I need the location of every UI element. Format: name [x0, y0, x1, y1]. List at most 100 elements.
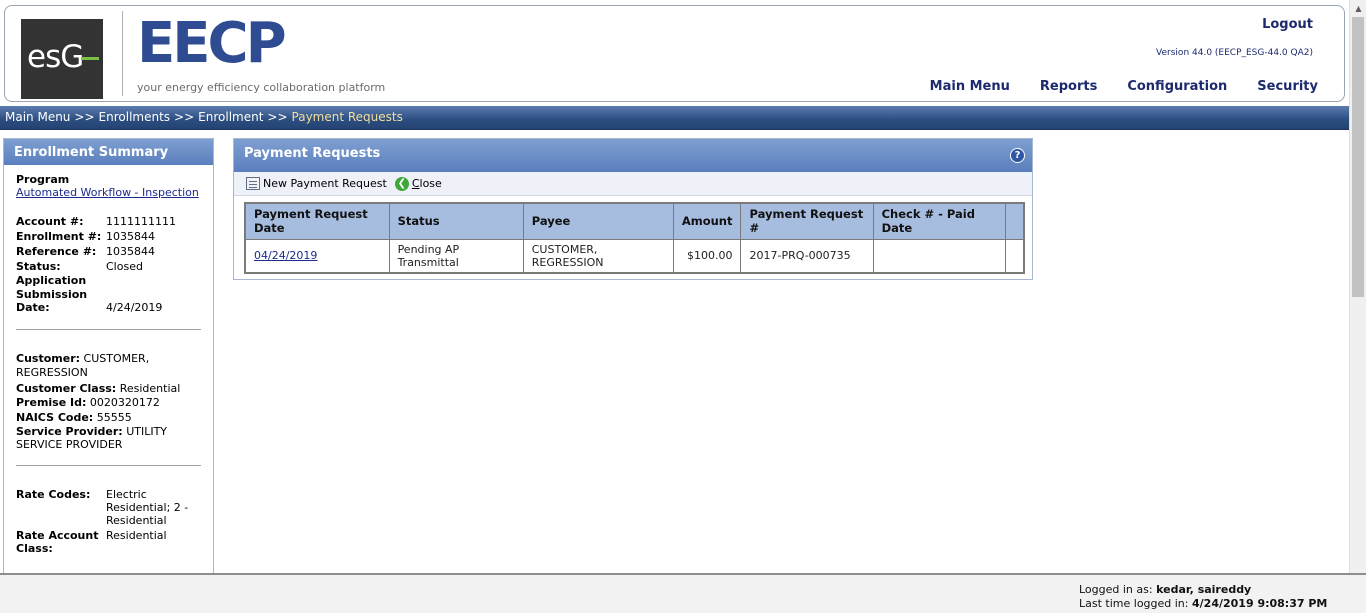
- cell-check-paid-date: [873, 238, 1007, 273]
- provider-label: Service Provider:: [16, 425, 123, 438]
- account-label: Account #:: [16, 215, 84, 228]
- enrollment-summary-body: Program Automated Workflow - Inspection …: [4, 165, 213, 561]
- status-label: Status:: [16, 260, 61, 273]
- reference-value: 1035844: [106, 245, 155, 258]
- provider-row: Service Provider: UTILITY SERVICE PROVID…: [16, 425, 201, 451]
- breadcrumb: Main Menu >> Enrollments >> Enrollment >> Paym…: [5, 110, 403, 124]
- logged-in-row: Logged in as: kedar, saireddy: [1079, 583, 1327, 597]
- status-value: Closed: [106, 260, 143, 273]
- breadcrumb-enrollment[interactable]: Enrollment: [198, 110, 263, 124]
- page-scrollbar[interactable]: ▲: [1349, 0, 1366, 573]
- col-status[interactable]: Status: [389, 203, 524, 239]
- account-value: 1111111111: [106, 215, 176, 228]
- close-button[interactable]: ❮ Close: [394, 176, 442, 191]
- enrollment-row: Enrollment #: 1035844: [16, 229, 201, 244]
- customer-class-label: Customer Class:: [16, 381, 117, 395]
- col-amount[interactable]: Amount: [673, 203, 742, 239]
- login-info: Logged in as: kedar, saireddy Last time …: [1079, 583, 1327, 611]
- help-icon[interactable]: ?: [1010, 148, 1025, 163]
- naics-label: NAICS Code:: [16, 410, 94, 424]
- col-payment-request-number[interactable]: Payment Request #: [740, 203, 874, 239]
- rate-account-row: Rate Account Class: Residential: [16, 529, 201, 555]
- rate-codes-value: Electric Residential; 2 - Residential: [106, 488, 189, 527]
- scroll-up-arrow-icon[interactable]: ▲: [1350, 0, 1366, 17]
- nav-security[interactable]: Security: [1257, 79, 1318, 94]
- reference-row: Reference #: 1035844: [16, 244, 201, 259]
- cell-request-number: 2017-PRQ-000735: [740, 238, 874, 273]
- app-date-label: Application Submission Date:: [16, 274, 88, 314]
- logo-divider: [122, 11, 123, 96]
- rate-codes-label: Rate Codes:: [16, 488, 91, 501]
- reference-label: Reference #:: [16, 245, 97, 258]
- divider: [16, 465, 201, 466]
- cell-spacer: [1005, 238, 1024, 273]
- premise-label: Premise Id:: [16, 396, 87, 409]
- eecp-tagline: your energy efficiency collaboration pla…: [137, 81, 386, 94]
- premise-row: Premise Id: 0020320172: [16, 396, 201, 411]
- panel-title: Payment Requests: [244, 146, 381, 161]
- last-login-value: 4/24/2019 9:08:37 PM: [1192, 597, 1328, 610]
- nav-main-menu[interactable]: Main Menu: [930, 79, 1010, 94]
- scrollbar-thumb[interactable]: [1352, 17, 1364, 297]
- col-spacer: [1005, 203, 1024, 239]
- col-check-paid-date[interactable]: Check # - Paid Date: [873, 203, 1007, 239]
- enrollment-summary-title: Enrollment Summary: [4, 139, 213, 165]
- rate-account-label: Rate Account Class:: [16, 529, 99, 555]
- cell-status: Pending AP Transmittal: [389, 238, 524, 273]
- payment-requests-header: Payment Requests ?: [234, 139, 1032, 172]
- customer-label: Customer:: [16, 351, 81, 365]
- status-row: Status: Closed: [16, 259, 201, 274]
- nav-reports[interactable]: Reports: [1040, 79, 1097, 94]
- rate-account-value: Residential: [106, 529, 167, 542]
- naics-value: 55555: [96, 410, 132, 424]
- premise-value: 0020320172: [89, 396, 160, 409]
- rate-codes-row: Rate Codes: Electric Residential; 2 - Res…: [16, 488, 201, 527]
- new-payment-request-label: New Payment Request: [263, 177, 387, 190]
- breadcrumb-enrollments[interactable]: Enrollments: [99, 110, 171, 124]
- col-payment-request-date[interactable]: Payment Request Date: [245, 203, 390, 239]
- divider: [16, 328, 201, 330]
- logout-link[interactable]: Logout: [1262, 17, 1313, 32]
- payment-requests-table: Payment Request Date Status Payee Amount…: [244, 202, 1025, 274]
- logged-in-user: kedar, saireddy: [1156, 583, 1252, 596]
- cell-date: 04/24/2019: [245, 238, 390, 273]
- naics-row: NAICS Code: 55555: [16, 411, 201, 426]
- customer-row: Customer: CUSTOMER, REGRESSION: [16, 352, 201, 381]
- enrollment-value: 1035844: [106, 230, 155, 243]
- nav-configuration[interactable]: Configuration: [1127, 79, 1227, 94]
- payment-requests-panel: Payment Requests ? New Payment Request ❮…: [233, 138, 1033, 280]
- panel-toolbar: New Payment Request ❮ Close: [234, 172, 1032, 196]
- app-header: esG EECP your energy efficiency collabor…: [4, 5, 1345, 102]
- cell-amount: $100.00: [673, 238, 742, 273]
- new-document-icon: [246, 177, 260, 190]
- back-arrow-icon: ❮: [394, 176, 409, 191]
- cell-payee: CUSTOMER, REGRESSION: [523, 238, 674, 273]
- customer-class-row: Customer Class: Residential: [16, 382, 201, 397]
- col-payee[interactable]: Payee: [523, 203, 674, 239]
- esg-logo-accent: [81, 57, 99, 60]
- close-label: Close: [411, 177, 442, 190]
- payment-request-date-link[interactable]: 04/24/2019: [254, 249, 317, 262]
- last-login-row: Last time logged in: 4/24/2019 9:08:37 P…: [1079, 597, 1327, 611]
- program-label: Program: [16, 173, 70, 186]
- eecp-logo: EECP: [137, 11, 287, 76]
- customer-class-value: Residential: [119, 381, 181, 395]
- enrollment-summary-panel: Enrollment Summary Program Automated Wor…: [3, 138, 214, 574]
- table-row: 04/24/2019 Pending AP Transmittal CUSTOM…: [245, 238, 1024, 273]
- breadcrumb-separator: >>: [174, 110, 195, 124]
- new-payment-request-button[interactable]: New Payment Request: [246, 177, 387, 190]
- account-row: Account #: 1111111111: [16, 214, 201, 229]
- app-date-row: Application Submission Date: 4/24/2019: [16, 274, 201, 315]
- breadcrumb-separator: >>: [74, 110, 95, 124]
- breadcrumb-current: Payment Requests: [291, 110, 403, 124]
- status-footer: Logged in as: kedar, saireddy Last time …: [0, 573, 1366, 613]
- version-label: Version 44.0 (EECP_ESG-44.0 QA2): [1156, 48, 1313, 58]
- table-header-row: Payment Request Date Status Payee Amount…: [245, 203, 1024, 239]
- app-date-value: 4/24/2019: [106, 301, 163, 314]
- esg-logo-text: esG: [27, 39, 84, 75]
- breadcrumb-main-menu[interactable]: Main Menu: [5, 110, 70, 124]
- breadcrumb-separator: >>: [267, 110, 288, 124]
- program-link[interactable]: Automated Workflow - Inspection: [16, 186, 201, 199]
- breadcrumb-bar: Main Menu >> Enrollments >> Enrollment >> Paym…: [0, 106, 1349, 130]
- last-login-label: Last time logged in:: [1079, 597, 1189, 610]
